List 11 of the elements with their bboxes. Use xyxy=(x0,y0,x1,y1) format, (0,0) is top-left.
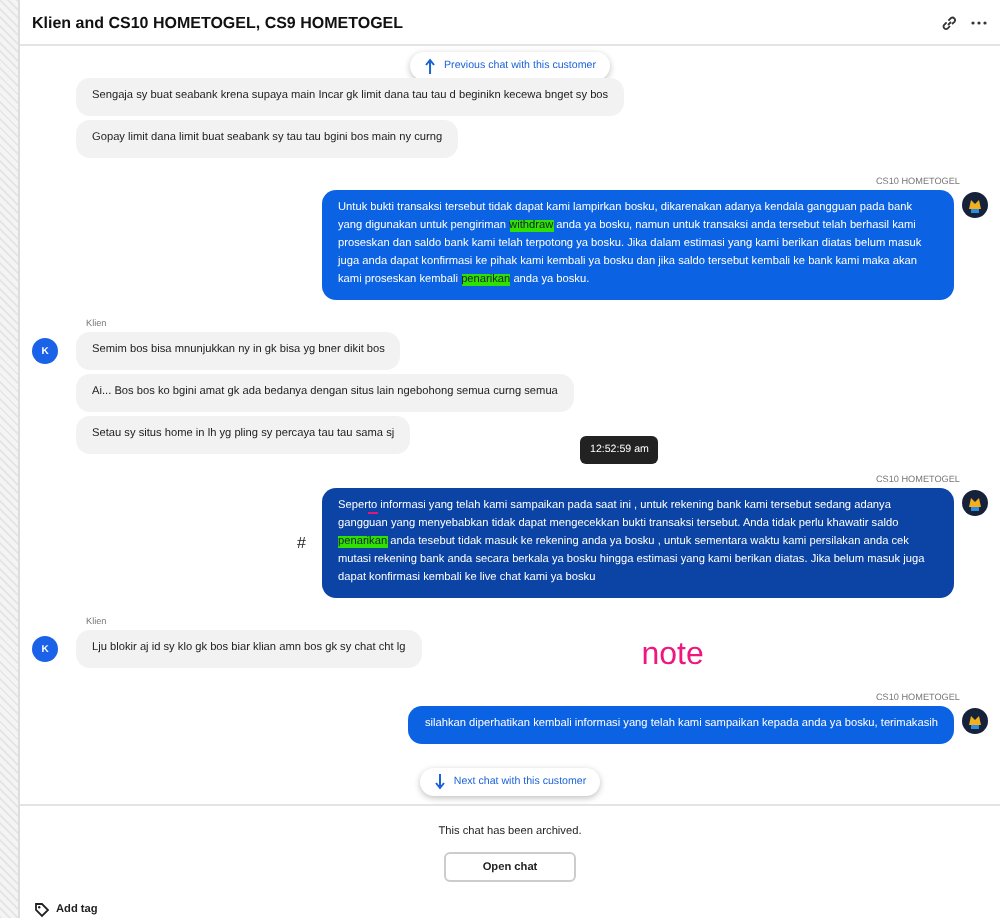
chat-title: Klien and CS10 HOMETOGEL, CS9 HOMETOGEL xyxy=(32,13,404,31)
link-icon xyxy=(940,13,958,31)
agent-avatar-icon xyxy=(962,708,988,734)
hash-mark: # xyxy=(297,534,306,552)
agent-avatar-icon xyxy=(962,192,988,218)
agent-avatar-icon xyxy=(962,490,988,516)
tag-icon xyxy=(34,902,50,918)
arrow-down-icon xyxy=(433,774,446,790)
note-text: note xyxy=(641,638,704,674)
arrow-up-icon xyxy=(424,58,437,74)
link-button[interactable] xyxy=(940,13,958,31)
